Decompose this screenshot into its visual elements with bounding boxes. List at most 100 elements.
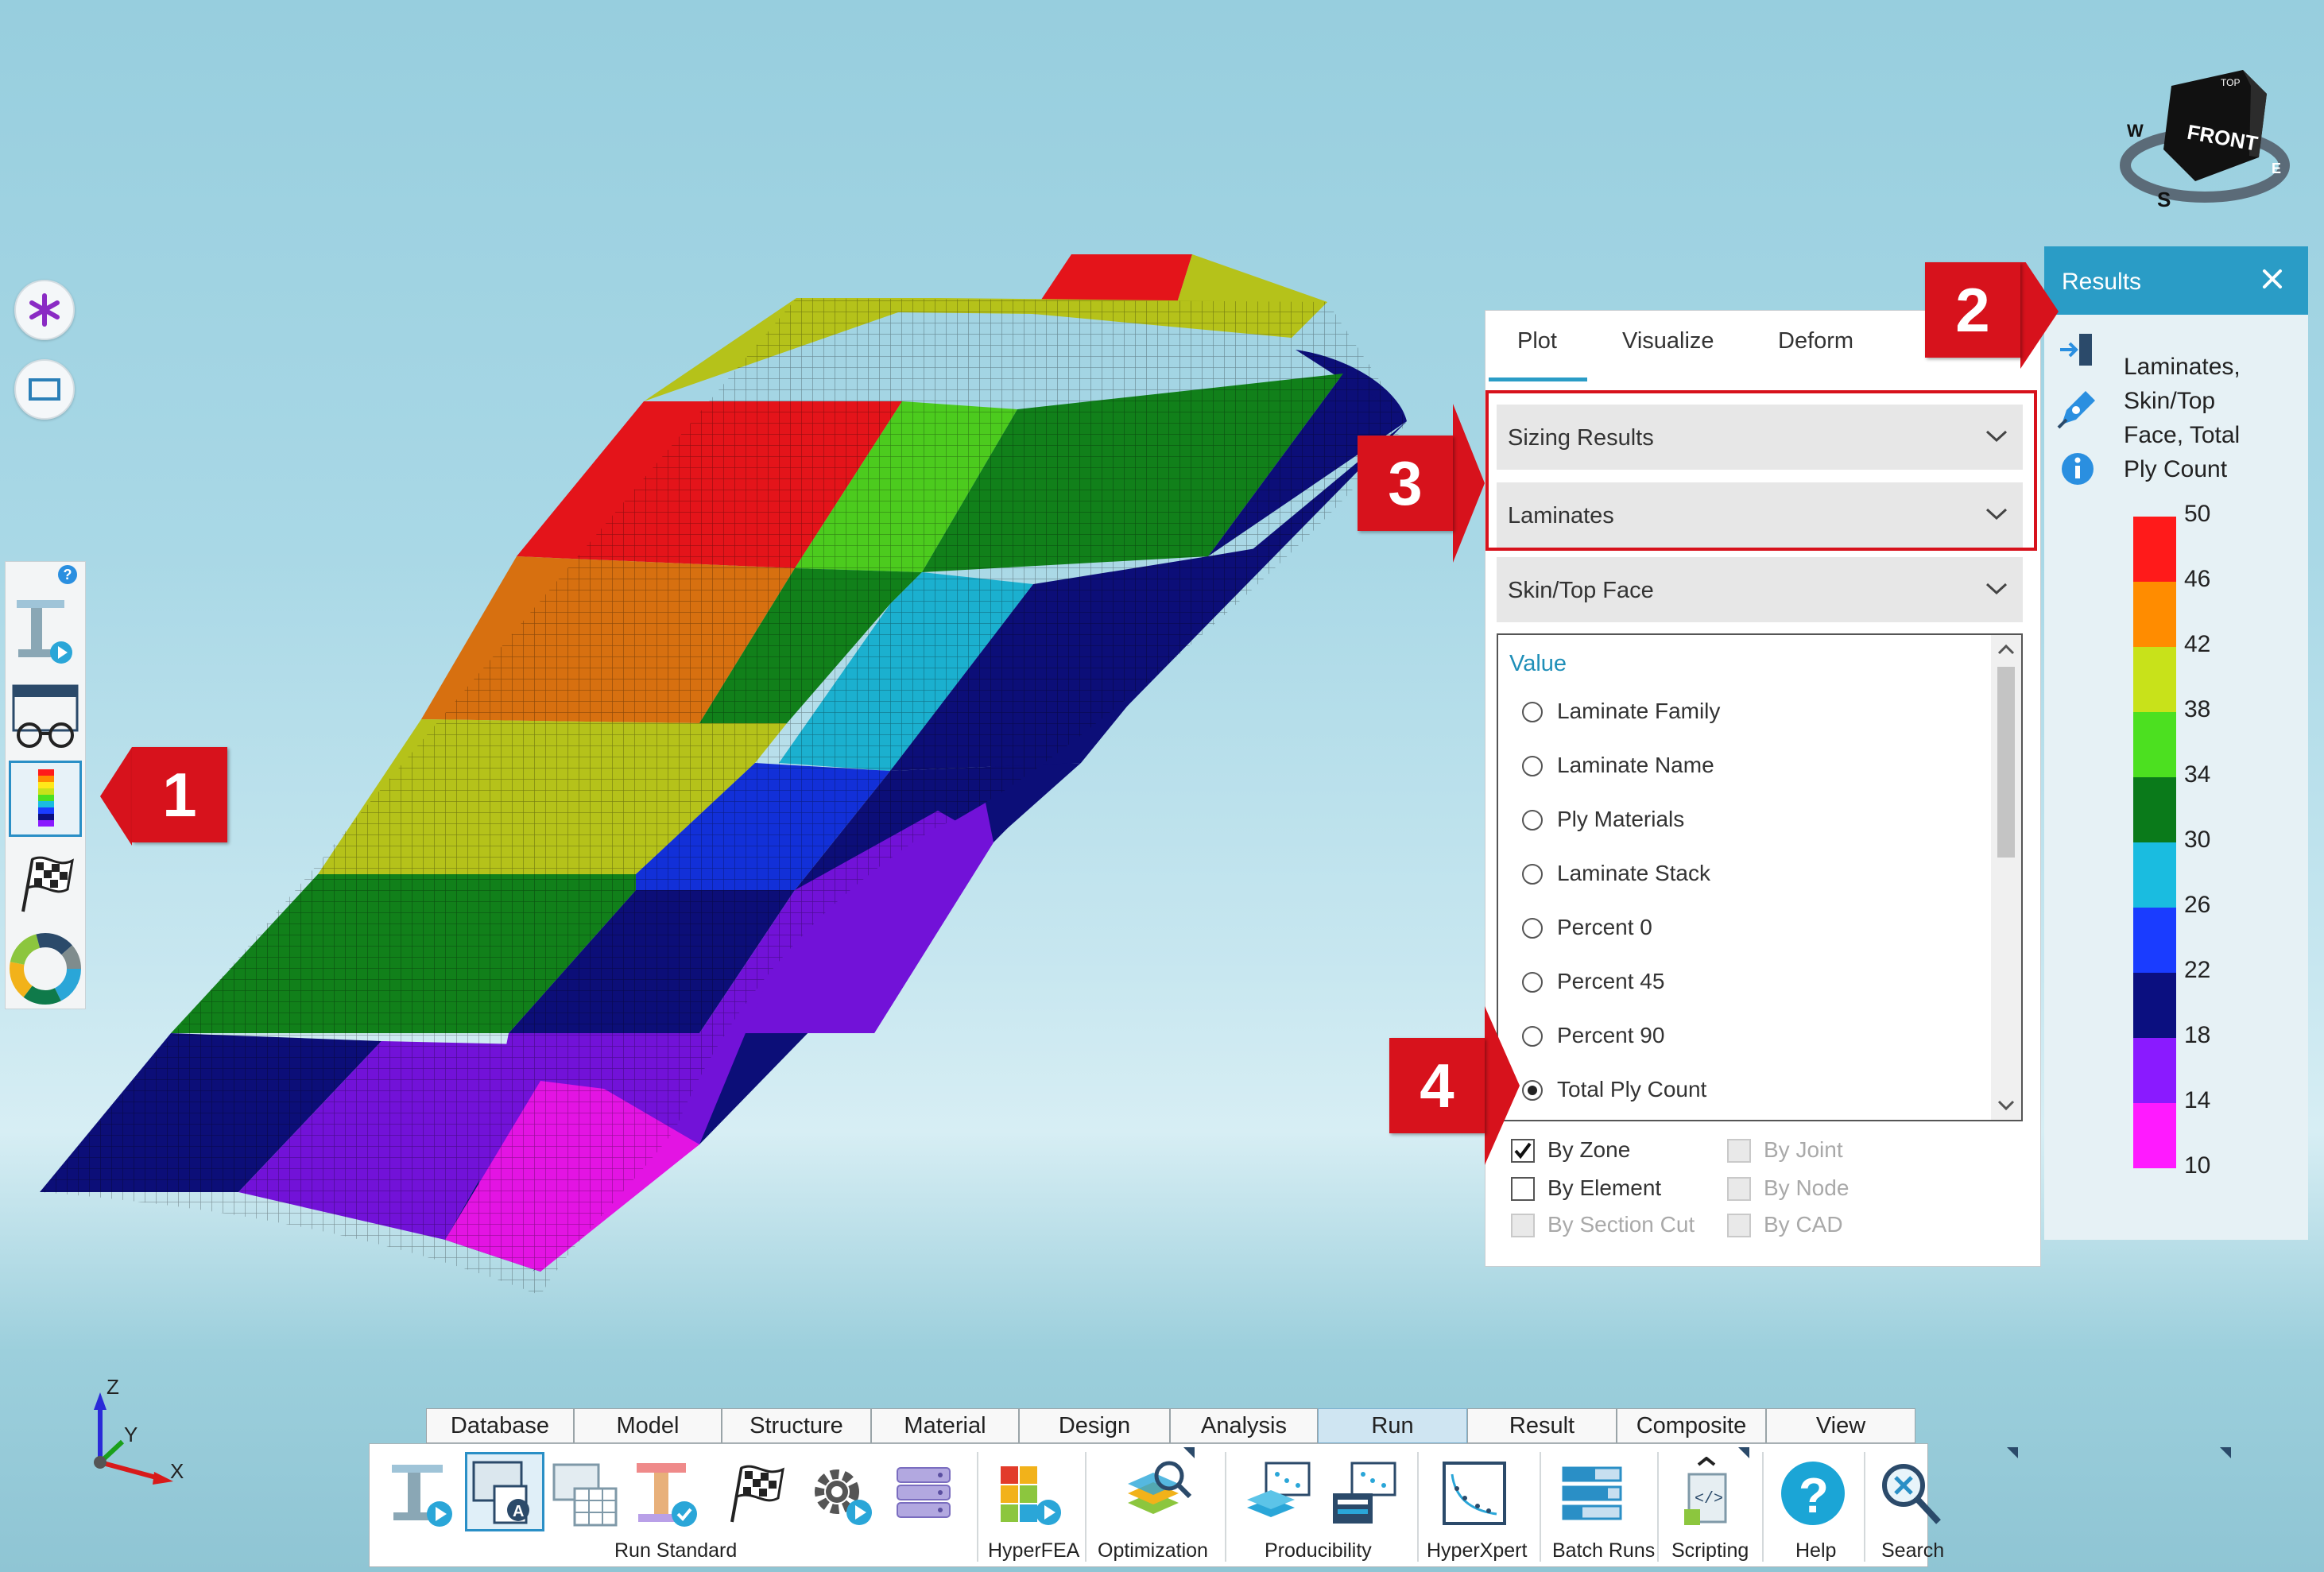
run-check-button[interactable]: [629, 1457, 702, 1530]
run-check-icon: [637, 1463, 697, 1527]
checkered-flag-button[interactable]: [9, 848, 82, 924]
legend-value: 34: [2184, 761, 2211, 788]
svg-text:A: A: [513, 1503, 524, 1520]
run-tool-button[interactable]: [9, 594, 82, 670]
tab-design[interactable]: Design: [1019, 1408, 1170, 1443]
hyperfea-button[interactable]: [994, 1457, 1067, 1530]
description-line: Skin/Top: [2124, 388, 2216, 414]
glasses-icon: [12, 684, 79, 748]
producibility-layers-button[interactable]: [1242, 1457, 1315, 1530]
hyperxpert-icon: [1443, 1462, 1506, 1525]
scripting-button[interactable]: </>: [1670, 1456, 1743, 1530]
asterisk-icon: [29, 293, 60, 327]
run-table-button[interactable]: [549, 1457, 622, 1530]
tab-deform[interactable]: Deform: [1778, 328, 1853, 354]
optimization-button[interactable]: [1121, 1457, 1195, 1530]
svg-text:?: ?: [1799, 1469, 1829, 1524]
group-label-batch-runs: Batch Runs: [1552, 1539, 1656, 1562]
scrollbar-thumb[interactable]: [1997, 667, 2015, 858]
group-label-help: Help: [1795, 1539, 1837, 1562]
group-label-hyperfea: HyperFEA: [988, 1539, 1080, 1562]
run-icon: [392, 1465, 452, 1527]
checkered-flag-icon: [730, 1465, 784, 1523]
results-legend-panel: Results Laminates, Skin/Top Face, Total …: [2044, 246, 2308, 1240]
search-icon: [1882, 1464, 1941, 1524]
rectangle-select-icon: [29, 378, 60, 401]
search-button[interactable]: [1873, 1457, 1946, 1530]
group-label-hyperxpert: HyperXpert: [1427, 1539, 1528, 1562]
legend-color-bar: [2133, 517, 2176, 1168]
color-wheel-button[interactable]: [9, 931, 82, 1007]
skin-top-face-dropdown[interactable]: Skin/Top Face: [1497, 557, 2023, 622]
results-plot-panel: Plot Visualize Deform Sizing Results Lam…: [1485, 310, 2041, 1267]
scroll-up-icon[interactable]: [1997, 643, 2015, 656]
run-table-icon: [552, 1463, 618, 1527]
run-auto-button[interactable]: A: [465, 1452, 544, 1531]
tab-material[interactable]: Material: [871, 1408, 1019, 1443]
close-icon[interactable]: [2260, 267, 2284, 291]
help-badge[interactable]: ?: [58, 565, 77, 584]
asterisk-button[interactable]: [14, 280, 75, 340]
results-contour-button[interactable]: [9, 761, 82, 837]
tab-visualize[interactable]: Visualize: [1622, 328, 1714, 354]
ribbon-toolbar: A Run Standard HyperFEA Optimization Pro…: [369, 1443, 2231, 1567]
tab-view[interactable]: View: [1766, 1408, 1915, 1443]
glasses-tool-button[interactable]: [9, 680, 82, 756]
run-icon: [17, 600, 72, 664]
dropdown-label: Skin/Top Face: [1508, 578, 1654, 603]
batch-runs-icon: [1562, 1466, 1622, 1520]
layers-chart-icon: [1247, 1462, 1311, 1517]
tab-structure[interactable]: Structure: [722, 1408, 871, 1443]
scroll-down-icon[interactable]: [1997, 1099, 2015, 1112]
legend-value: 18: [2184, 1022, 2211, 1048]
legend-value: 50: [2184, 501, 2211, 527]
tab-result[interactable]: Result: [1467, 1408, 1617, 1443]
expand-corner-icon[interactable]: [2007, 1447, 2018, 1458]
chevron-down-icon: [1985, 583, 2008, 595]
highlight-box: [1485, 390, 2037, 551]
tab-database[interactable]: Database: [426, 1408, 574, 1443]
group-label-run-standard: Run Standard: [614, 1539, 738, 1562]
pen-icon[interactable]: [2055, 386, 2100, 431]
expand-corner-icon[interactable]: [1183, 1447, 1195, 1458]
tab-analysis[interactable]: Analysis: [1170, 1408, 1318, 1443]
axis-x-label: X: [170, 1459, 184, 1483]
tab-composite[interactable]: Composite: [1617, 1408, 1766, 1443]
producibility-report-button[interactable]: [1328, 1457, 1401, 1530]
info-icon[interactable]: [2060, 451, 2095, 486]
legend-swatch: [2133, 842, 2176, 908]
legend-dock-icon[interactable]: [2059, 331, 2098, 370]
expand-corner-icon[interactable]: [2220, 1447, 2231, 1458]
legend-value: 42: [2184, 631, 2211, 657]
tab-run[interactable]: Run: [1318, 1408, 1467, 1443]
results-title: Results: [2062, 269, 2142, 295]
run-settings-button[interactable]: [807, 1457, 880, 1530]
help-icon: ?: [1781, 1462, 1845, 1525]
rectangle-select-button[interactable]: [14, 359, 75, 420]
server-icon: [897, 1467, 951, 1518]
axis-z-label: Z: [107, 1375, 119, 1399]
ribbon-separator: [1762, 1452, 1764, 1562]
legend-value: 10: [2184, 1152, 2211, 1179]
tab-plot[interactable]: Plot: [1517, 328, 1557, 354]
tab-model[interactable]: Model: [574, 1408, 722, 1443]
legend-swatch: [2133, 517, 2176, 582]
finish-flag-button[interactable]: [719, 1457, 792, 1530]
description-line: Laminates,: [2124, 354, 2241, 380]
hyperxpert-button[interactable]: [1438, 1457, 1511, 1530]
scrollbar[interactable]: [1991, 635, 2021, 1120]
view-cube[interactable]: FRONT TOP W S E: [2116, 62, 2299, 213]
legend-swatch: [2133, 777, 2176, 842]
server-queue-button[interactable]: [889, 1457, 963, 1530]
expand-corner-icon[interactable]: [1738, 1447, 1749, 1458]
legend-value: 26: [2184, 892, 2211, 918]
run-button[interactable]: [385, 1457, 459, 1530]
help-button[interactable]: ?: [1776, 1457, 1850, 1530]
compass-e: E: [2272, 161, 2281, 176]
batch-runs-button[interactable]: [1557, 1457, 1630, 1530]
ribbon-separator: [1085, 1452, 1086, 1562]
value-list[interactable]: Value Laminate Family Laminate Name Ply …: [1497, 633, 2023, 1121]
left-tool-panel: ?: [5, 561, 86, 1009]
ribbon-separator: [977, 1452, 978, 1562]
scripting-icon: </>: [1684, 1456, 1727, 1525]
